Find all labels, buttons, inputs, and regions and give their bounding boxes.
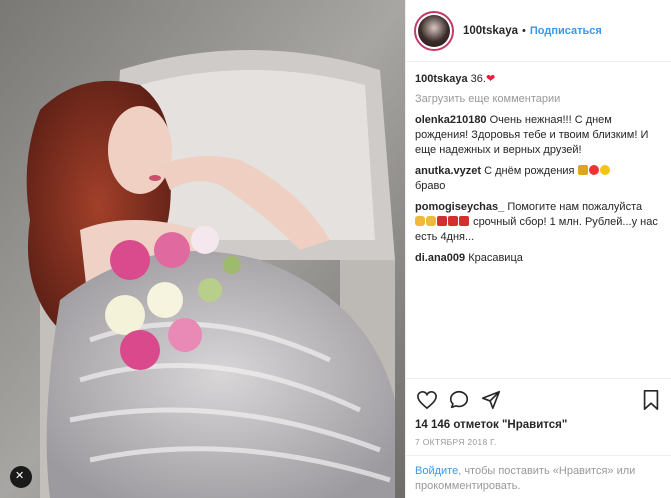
sos-emoji (459, 216, 469, 226)
comment-username[interactable]: anutka.vyzet (415, 165, 481, 177)
share-icon[interactable] (479, 388, 503, 412)
party-emoji (577, 165, 588, 175)
comment-username[interactable]: di.ana009 (415, 252, 465, 264)
comment-text: С днём рождения (484, 165, 575, 177)
comment-username[interactable]: pomogiseychas_ (415, 201, 504, 213)
watermark-badge: ✕ (10, 466, 32, 488)
pray-emoji (426, 216, 436, 226)
post-image (0, 0, 405, 498)
load-more-comments-link[interactable]: Загрузить еще комментарии (415, 93, 664, 105)
comment-text: Красавица (468, 252, 523, 264)
comment-item: olenka210180 Очень нежная!!! С днем рожд… (415, 113, 664, 158)
comment-username[interactable]: olenka210180 (415, 114, 487, 126)
sos-emoji (448, 216, 458, 226)
sos-emoji (437, 216, 447, 226)
action-icons (415, 388, 663, 412)
post-header: 100tskaya • Подписаться (406, 0, 671, 62)
bookmark-icon[interactable] (639, 388, 663, 412)
likes-count[interactable]: 14 146 отметок "Нравится" (415, 419, 663, 431)
comment-item: di.ana009 Красавица (415, 251, 664, 266)
avatar[interactable] (414, 10, 454, 51)
header-separator: • (522, 24, 526, 37)
comment-icon[interactable] (447, 388, 471, 412)
login-link[interactable]: Войдите (415, 465, 458, 477)
comment-text: Помогите нам пожалуйста (507, 201, 643, 213)
balloon-emoji (588, 165, 599, 175)
post-sidebar: 100tskaya • Подписаться 100tskaya 36.❤ З… (405, 0, 671, 498)
post-photo[interactable]: ✕ (0, 0, 405, 498)
header-username[interactable]: 100tskaya (463, 25, 518, 37)
heart-icon[interactable] (415, 388, 439, 412)
smile-emoji (599, 165, 610, 175)
heart-emoji: ❤ (485, 73, 496, 85)
follow-button[interactable]: Подписаться (530, 25, 602, 37)
comment-item: pomogiseychas_ Помогите нам пожалуйста с… (415, 200, 664, 245)
post-actions: 14 146 отметок "Нравится" 7 ОКТЯБРЯ 2018… (406, 378, 671, 447)
caption-text: 36. (470, 73, 486, 85)
login-prompt: Войдите, чтобы поставить «Нравится» или … (406, 455, 671, 494)
caption: 100tskaya 36.❤ (415, 72, 664, 87)
comment-text-continued: браво (415, 180, 446, 192)
post-date: 7 ОКТЯБРЯ 2018 Г. (415, 437, 497, 447)
comments-list: 100tskaya 36.❤ Загрузить еще комментарии… (406, 72, 671, 272)
comment-item: anutka.vyzet С днём рождения браво (415, 164, 664, 194)
pray-emoji (415, 216, 425, 226)
caption-username[interactable]: 100tskaya (415, 73, 468, 85)
